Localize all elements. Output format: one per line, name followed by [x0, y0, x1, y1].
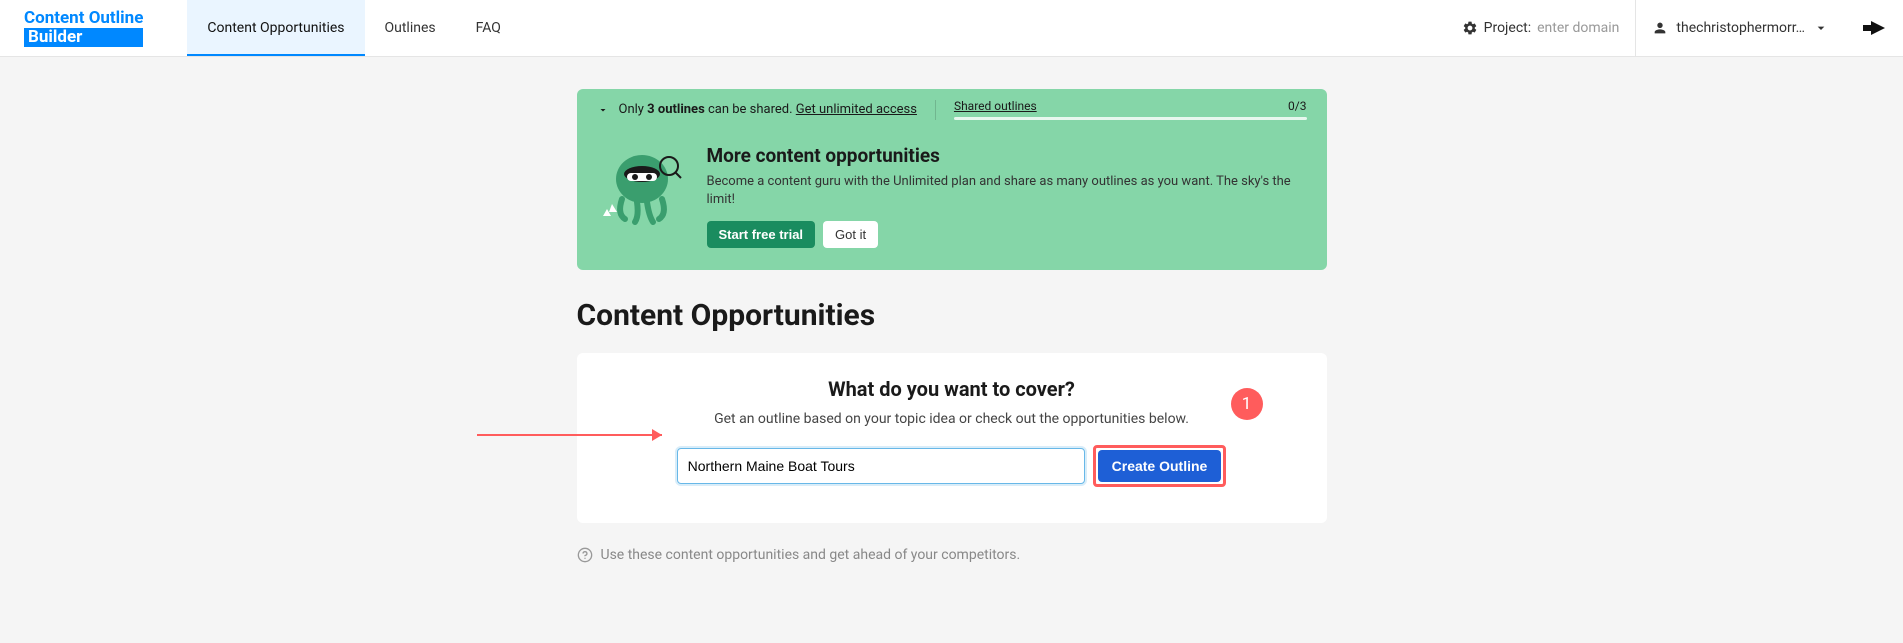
tab-label: Outlines — [385, 20, 436, 36]
get-unlimited-link[interactable]: Get unlimited access — [796, 102, 917, 117]
help-circle-icon — [577, 547, 593, 563]
shared-progress-bar — [954, 117, 1307, 120]
app-header: Content Outline Builder Content Opportun… — [0, 0, 1903, 57]
gear-icon — [1462, 20, 1478, 36]
banner-text: More content opportunities Become a cont… — [707, 144, 1307, 248]
user-menu[interactable]: thechristophermorr… — [1636, 20, 1845, 36]
user-icon — [1652, 20, 1668, 36]
tab-label: FAQ — [476, 20, 501, 36]
create-outline-button[interactable]: Create Outline — [1098, 450, 1222, 482]
tab-content-opportunities[interactable]: Content Opportunities — [187, 0, 364, 56]
start-free-trial-button[interactable]: Start free trial — [707, 221, 816, 248]
project-label: Project: — [1484, 20, 1532, 36]
annotation-arrow — [477, 425, 669, 445]
banner-body: More content opportunities Become a cont… — [577, 130, 1327, 270]
project-domain: enter domain — [1537, 20, 1619, 36]
divider — [935, 100, 936, 120]
banner-limit-text: Only 3 outlines can be shared. Get unlim… — [619, 102, 917, 117]
logo-line-1: Content Outline — [24, 9, 143, 28]
footer-hint-text: Use these content opportunities and get … — [601, 547, 1021, 563]
nav-tabs: Content Opportunities Outlines FAQ — [187, 0, 521, 56]
input-row: Create Outline — [607, 445, 1297, 487]
header-right: Project: enter domain thechristophermorr… — [1446, 0, 1903, 56]
username-label: thechristophermorr… — [1676, 20, 1805, 36]
shared-outlines-label[interactable]: Shared outlines — [954, 99, 1037, 113]
banner-illustration — [597, 144, 687, 234]
topic-input-card: 1 What do you want to cover? Get an outl… — [577, 353, 1327, 523]
tab-outlines[interactable]: Outlines — [365, 0, 456, 56]
banner-title: More content opportunities — [707, 144, 1307, 167]
app-logo[interactable]: Content Outline Builder — [0, 9, 167, 46]
banner-top-row: Only 3 outlines can be shared. Get unlim… — [577, 89, 1327, 130]
annotation-badge: 1 — [1231, 388, 1263, 420]
main-content: Only 3 outlines can be shared. Get unlim… — [577, 57, 1327, 563]
got-it-button[interactable]: Got it — [823, 221, 878, 248]
banner-top-left: Only 3 outlines can be shared. Get unlim… — [597, 102, 917, 117]
banner-buttons: Start free trial Got it — [707, 221, 1307, 248]
banner-description: Become a content guru with the Unlimited… — [707, 173, 1307, 209]
tab-label: Content Opportunities — [207, 20, 344, 36]
tab-faq[interactable]: FAQ — [456, 0, 521, 56]
semrush-icon[interactable] — [1845, 21, 1903, 35]
shared-outlines-count: 0/3 — [1288, 99, 1306, 113]
chevron-down-icon — [1813, 20, 1829, 36]
footer-hint: Use these content opportunities and get … — [577, 547, 1327, 563]
brand-arrow-icon — [1863, 21, 1885, 35]
shared-header: Shared outlines 0/3 — [954, 99, 1307, 113]
page-title: Content Opportunities — [577, 298, 1327, 333]
promo-banner: Only 3 outlines can be shared. Get unlim… — [577, 89, 1327, 270]
topic-input[interactable] — [677, 448, 1085, 484]
card-title: What do you want to cover? — [607, 377, 1297, 401]
shared-outlines-section: Shared outlines 0/3 — [954, 99, 1307, 120]
create-outline-highlight: Create Outline — [1093, 445, 1227, 487]
card-subtitle: Get an outline based on your topic idea … — [607, 411, 1297, 427]
project-selector[interactable]: Project: enter domain — [1446, 20, 1636, 36]
logo-line-2: Builder — [24, 28, 143, 47]
chevron-down-icon[interactable] — [597, 104, 609, 116]
